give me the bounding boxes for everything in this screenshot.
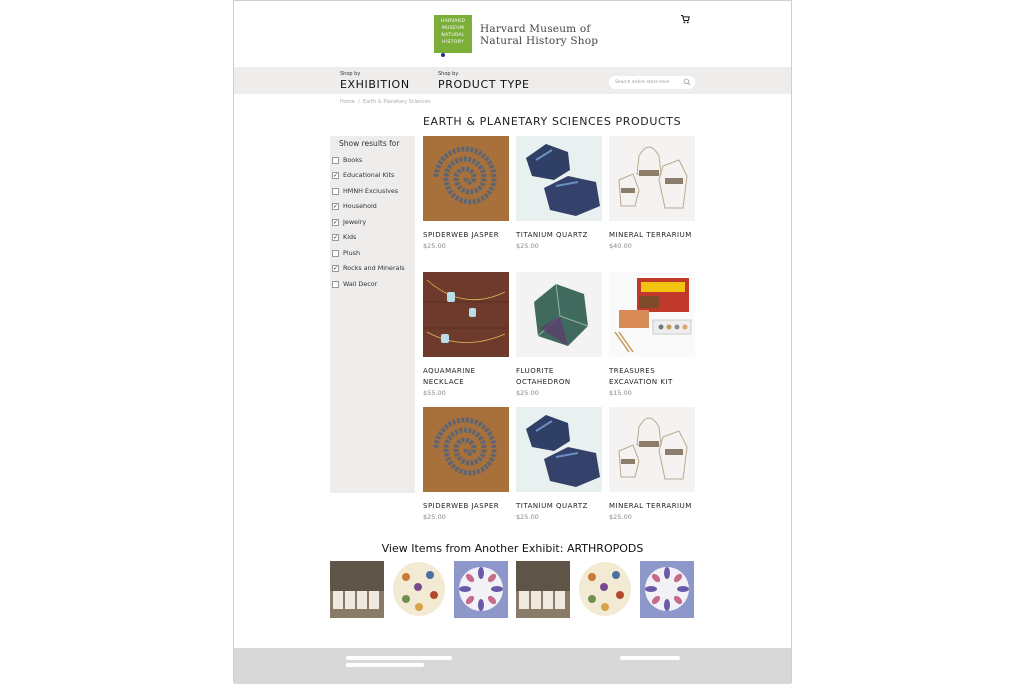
- butterfly-plate-image[interactable]: [392, 561, 446, 618]
- product-name[interactable]: TITANIUM QUARTZ: [516, 230, 602, 241]
- filter-item-plush[interactable]: Plush: [332, 248, 360, 258]
- search-input[interactable]: Search entire store here: [609, 76, 695, 89]
- crystal-plate-image[interactable]: [454, 561, 508, 618]
- treasures-excavation-kit-image[interactable]: [609, 272, 695, 357]
- filter-item-wall-decor[interactable]: Wall Decor: [332, 279, 377, 289]
- footer: [234, 648, 791, 684]
- cart-icon[interactable]: [680, 14, 690, 24]
- product-card[interactable]: MINERAL TERRARIUM $40.00: [609, 136, 695, 251]
- checkbox-checked[interactable]: ✓: [332, 233, 339, 241]
- checkbox[interactable]: [332, 249, 339, 257]
- nav-exhibition-small: Shop by: [340, 71, 361, 77]
- checkbox[interactable]: [332, 280, 339, 288]
- product-price: $40.00: [609, 242, 632, 250]
- product-card[interactable]: AQUAMARINE NECKLACE $55.00: [423, 272, 509, 398]
- checkbox-checked[interactable]: ✓: [332, 171, 339, 179]
- product-price: $55.00: [423, 389, 446, 397]
- breadcrumb-current: Earth & Planetary Sciences: [362, 99, 431, 105]
- filter-label: Plush: [343, 249, 361, 257]
- crystal-plate-image[interactable]: [640, 561, 694, 618]
- footer-link-placeholder[interactable]: [620, 656, 680, 660]
- filter-item-household[interactable]: ✓ Household: [332, 201, 377, 211]
- filter-item-kids[interactable]: ✓ Kids: [332, 232, 356, 242]
- filter-title: Show results for: [339, 139, 400, 148]
- product-card[interactable]: SPIDERWEB JASPER $25.00: [423, 136, 509, 251]
- nav-product-label: PRODUCT TYPE: [438, 78, 530, 91]
- product-price: $25.00: [423, 513, 446, 521]
- product-price: $25.00: [609, 513, 632, 521]
- filter-label: HMNH Exclusives: [343, 187, 399, 195]
- product-card[interactable]: FLUORITE OCTAHEDRON $25.00: [516, 272, 602, 398]
- breadcrumb: Home / Earth & Planetary Sciences: [340, 99, 431, 105]
- breadcrumb-sep: /: [357, 99, 360, 105]
- other-exhibit-title: View Items from Another Exhibit: ARTHROP…: [381, 542, 644, 555]
- product-name[interactable]: TITANIUM QUARTZ: [516, 501, 602, 512]
- arthropod-candles-image[interactable]: [330, 561, 384, 618]
- product-name[interactable]: AQUAMARINE NECKLACE: [423, 366, 509, 388]
- spiderweb-jasper-image[interactable]: [423, 407, 509, 492]
- product-name[interactable]: SPIDERWEB JASPER: [423, 501, 509, 512]
- page-title: EARTH & PLANETARY SCIENCES PRODUCTS: [423, 115, 682, 128]
- product-card[interactable]: SPIDERWEB JASPER $25.00: [423, 407, 509, 522]
- titanium-quartz-image[interactable]: [516, 136, 602, 221]
- checkbox-checked[interactable]: ✓: [332, 264, 339, 272]
- mineral-terrarium-image[interactable]: [609, 136, 695, 221]
- product-name[interactable]: SPIDERWEB JASPER: [423, 230, 509, 241]
- aquamarine-necklace-image[interactable]: [423, 272, 509, 357]
- nav-exhibition[interactable]: Shop by EXHIBITION: [340, 71, 410, 91]
- product-price: $25.00: [516, 242, 539, 250]
- product-name[interactable]: FLUORITE OCTAHEDRON: [516, 366, 602, 388]
- filter-label: Jewelry: [343, 218, 367, 226]
- brand-name[interactable]: Harvard Museum of Natural History Shop: [480, 23, 598, 47]
- spiderweb-jasper-image[interactable]: [423, 136, 509, 221]
- search-placeholder: Search entire store here: [615, 80, 670, 85]
- product-card[interactable]: TITANIUM QUARTZ $25.00: [516, 136, 602, 251]
- mineral-terrarium-image[interactable]: [609, 407, 695, 492]
- filter-item-jewelry[interactable]: ✓ Jewelry: [332, 217, 366, 227]
- filter-label: Rocks and Minerals: [343, 264, 405, 272]
- product-price: $25.00: [516, 389, 539, 397]
- footer-link-placeholder[interactable]: [346, 663, 424, 667]
- brand-line-2: Natural History Shop: [480, 35, 599, 47]
- filter-label: Household: [343, 202, 377, 210]
- search-icon[interactable]: [683, 78, 691, 86]
- checkbox[interactable]: [332, 156, 339, 164]
- nav-product-small: Shop by: [438, 71, 459, 77]
- checkbox[interactable]: [332, 187, 339, 195]
- breadcrumb-home[interactable]: Home: [340, 99, 355, 105]
- nav-exhibition-label: EXHIBITION: [340, 78, 410, 91]
- butterfly-plate-image[interactable]: [578, 561, 632, 618]
- filter-label: Wall Decor: [343, 280, 378, 288]
- filter-item-books[interactable]: Books: [332, 155, 362, 165]
- filter-label: Books: [343, 156, 363, 164]
- product-card[interactable]: MINERAL TERRARIUM $25.00: [609, 407, 695, 522]
- product-name[interactable]: TREASURES EXCAVATION KIT: [609, 366, 695, 388]
- product-name[interactable]: MINERAL TERRARIUM: [609, 501, 695, 512]
- page-frame: HARVARD MUSEUM NATURAL HISTORY Harvard Muse…: [233, 0, 792, 684]
- filter-label: Educational Kits: [343, 171, 395, 179]
- product-card[interactable]: TITANIUM QUARTZ $25.00: [516, 407, 602, 522]
- filter-sidebar: Show results for Books ✓ Educational Kits…: [330, 136, 415, 493]
- fluorite-octahedron-image[interactable]: [516, 272, 602, 357]
- product-price: $15.00: [609, 389, 632, 397]
- footer-link-placeholder[interactable]: [346, 656, 452, 660]
- logo-dot: [441, 53, 445, 57]
- checkbox-checked[interactable]: ✓: [332, 202, 339, 210]
- product-price: $25.00: [516, 513, 539, 521]
- filter-label: Kids: [343, 233, 357, 241]
- product-card[interactable]: TREASURES EXCAVATION KIT $15.00: [609, 272, 695, 398]
- product-price: $25.00: [423, 242, 446, 250]
- filter-item-hmnh-exclusives[interactable]: HMNH Exclusives: [332, 186, 398, 196]
- museum-logo[interactable]: HARVARD MUSEUM NATURAL HISTORY: [434, 15, 472, 53]
- filter-item-educational-kits[interactable]: ✓ Educational Kits: [332, 170, 394, 180]
- main-nav: Shop by EXHIBITION Shop by PRODUCT TYPE …: [234, 67, 791, 94]
- nav-product-type[interactable]: Shop by PRODUCT TYPE: [438, 71, 530, 91]
- checkbox-checked[interactable]: ✓: [332, 218, 339, 226]
- filter-item-rocks-and-minerals[interactable]: ✓ Rocks and Minerals: [332, 263, 405, 273]
- brand-line-1: Harvard Museum of: [480, 23, 591, 35]
- titanium-quartz-image[interactable]: [516, 407, 602, 492]
- product-name[interactable]: MINERAL TERRARIUM: [609, 230, 695, 241]
- arthropod-candles-image[interactable]: [516, 561, 570, 618]
